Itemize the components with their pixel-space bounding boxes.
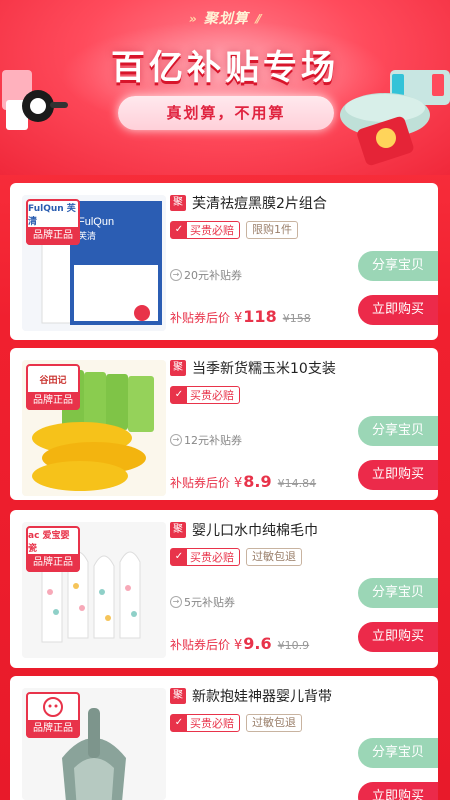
product-tags: ✓ 买贵必赔 过敏包退 (170, 714, 302, 732)
banner-slogan: 真划算，不用算 (118, 96, 334, 130)
product-image[interactable]: 品牌正品 (22, 688, 166, 800)
product-title[interactable]: 当季新货糯玉米10支装 (192, 358, 336, 378)
brand-logo: 谷田记 (39, 375, 67, 386)
chevrons-right-icon: » (188, 12, 198, 26)
guarantee-tag: ✓ 买贵必赔 (170, 548, 240, 566)
price-label: 补贴券后价 (170, 476, 231, 490)
ju-icon: 聚 (170, 688, 186, 704)
price-label: 补贴券后价 (170, 638, 231, 652)
ju-icon: 聚 (170, 195, 186, 211)
share-button[interactable]: 分享宝贝 (358, 251, 438, 281)
ju-icon: 聚 (170, 522, 186, 538)
currency-symbol: ¥ (234, 476, 243, 491)
brand-logo: ac 爱宝婴瓷 (28, 531, 70, 554)
guarantee-tag-label: 买贵必赔 (190, 551, 234, 564)
buy-now-button[interactable]: 立即购买 (358, 295, 438, 325)
share-button[interactable]: 分享宝贝 (358, 738, 438, 768)
shield-icon: ✓ (171, 549, 187, 565)
brand-badge: 品牌正品 (26, 692, 80, 738)
return-tag: 过敏包退 (246, 548, 302, 566)
coupon-text: 12元补贴券 (184, 434, 242, 447)
arrow-circle-icon: → (170, 269, 182, 281)
product-card[interactable]: FulQun 芙清 FulQun 芙清 品牌正品 聚 芙清祛痘黑膜2片组合 ✓ 买… (10, 183, 438, 340)
original-price: ¥10.9 (277, 639, 310, 652)
product-image[interactable]: ac 爱宝婴瓷 品牌正品 (22, 522, 166, 658)
product-title[interactable]: 婴儿口水巾纯棉毛巾 (192, 520, 318, 540)
coupon-info[interactable]: → 12元补贴券 (170, 432, 242, 448)
brand-badge-label: 品牌正品 (26, 392, 80, 410)
limit-tag: 限购1件 (246, 221, 298, 239)
brand-badge: 谷田记 品牌正品 (26, 364, 80, 410)
return-tag: 过敏包退 (246, 714, 302, 732)
buy-now-button[interactable]: 立即购买 (358, 460, 438, 490)
product-image[interactable]: FulQun 芙清 FulQun 芙清 品牌正品 (22, 195, 166, 331)
product-title-row[interactable]: 聚 新款抱娃神器婴儿背带 (170, 686, 332, 706)
promo-banner: » 聚划算 ⫽ 百亿补贴专场 真划算，不用算 (0, 0, 450, 175)
shield-icon: ✓ (171, 387, 187, 403)
share-button[interactable]: 分享宝贝 (358, 416, 438, 446)
original-price: ¥158 (282, 312, 311, 325)
guarantee-tag: ✓ 买贵必赔 (170, 386, 240, 404)
coupon-text: 5元补贴券 (184, 596, 235, 609)
product-title-row[interactable]: 聚 婴儿口水巾纯棉毛巾 (170, 520, 318, 540)
product-card[interactable]: 谷田记 品牌正品 聚 当季新货糯玉米10支装 ✓ 买贵必赔 → 12元补贴券 补贴券… (10, 348, 438, 500)
current-price: 118 (243, 307, 277, 326)
brand-badge: FulQun 芙清 品牌正品 (26, 199, 80, 245)
brand-badge: ac 爱宝婴瓷 品牌正品 (26, 526, 80, 572)
guarantee-tag-label: 买贵必赔 (190, 389, 234, 402)
brand-badge-label: 品牌正品 (26, 720, 80, 738)
svg-text:芙清: 芙清 (78, 230, 96, 241)
product-tags: ✓ 买贵必赔 (170, 386, 246, 404)
coupon-info[interactable]: → 20元补贴券 (170, 267, 242, 283)
coupon-text: 20元补贴券 (184, 269, 242, 282)
svg-text:FulQun: FulQun (78, 216, 114, 228)
currency-symbol: ¥ (234, 638, 243, 653)
brand-text: 聚划算 (203, 11, 249, 27)
arrow-circle-icon: → (170, 434, 182, 446)
price-label: 补贴券后价 (170, 311, 231, 325)
arrow-circle-icon: → (170, 596, 182, 608)
coupon-info[interactable]: → 5元补贴券 (170, 594, 235, 610)
share-button[interactable]: 分享宝贝 (358, 578, 438, 608)
shield-icon: ✓ (171, 715, 187, 731)
product-title[interactable]: 芙清祛痘黑膜2片组合 (192, 193, 327, 213)
brand-logo: FulQun 芙清 (28, 204, 76, 227)
product-image[interactable]: 谷田记 品牌正品 (22, 360, 166, 496)
buy-now-button[interactable]: 立即购买 (358, 622, 438, 652)
price-row: 补贴券后价 ¥ 8.9 ¥14.84 (170, 472, 316, 491)
guarantee-tag: ✓ 买贵必赔 (170, 221, 240, 239)
baby-logo-icon (28, 694, 78, 720)
product-card[interactable]: 品牌正品 聚 新款抱娃神器婴儿背带 ✓ 买贵必赔 过敏包退 分享宝贝 立即购买 (10, 676, 438, 800)
product-title[interactable]: 新款抱娃神器婴儿背带 (192, 686, 332, 706)
product-title-row[interactable]: 聚 芙清祛痘黑膜2片组合 (170, 193, 327, 213)
price-row: 补贴券后价 ¥ 118 ¥158 (170, 307, 311, 326)
guarantee-tag-label: 买贵必赔 (190, 224, 234, 237)
banner-title: 百亿补贴专场 (111, 48, 339, 88)
buy-now-button[interactable]: 立即购买 (358, 782, 438, 800)
current-price: 9.6 (243, 634, 272, 653)
guarantee-tag: ✓ 买贵必赔 (170, 714, 240, 732)
ju-icon: 聚 (170, 360, 186, 376)
juhuasuan-brand: » 聚划算 ⫽ (0, 8, 450, 28)
guarantee-tag-label: 买贵必赔 (190, 717, 234, 730)
slashes-icon: ⫽ (254, 12, 262, 26)
product-card[interactable]: ac 爱宝婴瓷 品牌正品 聚 婴儿口水巾纯棉毛巾 ✓ 买贵必赔 过敏包退 → 5元补… (10, 510, 438, 668)
original-price: ¥14.84 (277, 477, 317, 490)
brand-badge-label: 品牌正品 (26, 227, 80, 245)
product-tags: ✓ 买贵必赔 限购1件 (170, 221, 298, 239)
currency-symbol: ¥ (234, 311, 243, 326)
price-row: 补贴券后价 ¥ 9.6 ¥10.9 (170, 634, 309, 653)
current-price: 8.9 (243, 472, 272, 491)
shield-icon: ✓ (171, 222, 187, 238)
product-tags: ✓ 买贵必赔 过敏包退 (170, 548, 302, 566)
brand-badge-label: 品牌正品 (26, 554, 80, 572)
product-title-row[interactable]: 聚 当季新货糯玉米10支装 (170, 358, 336, 378)
